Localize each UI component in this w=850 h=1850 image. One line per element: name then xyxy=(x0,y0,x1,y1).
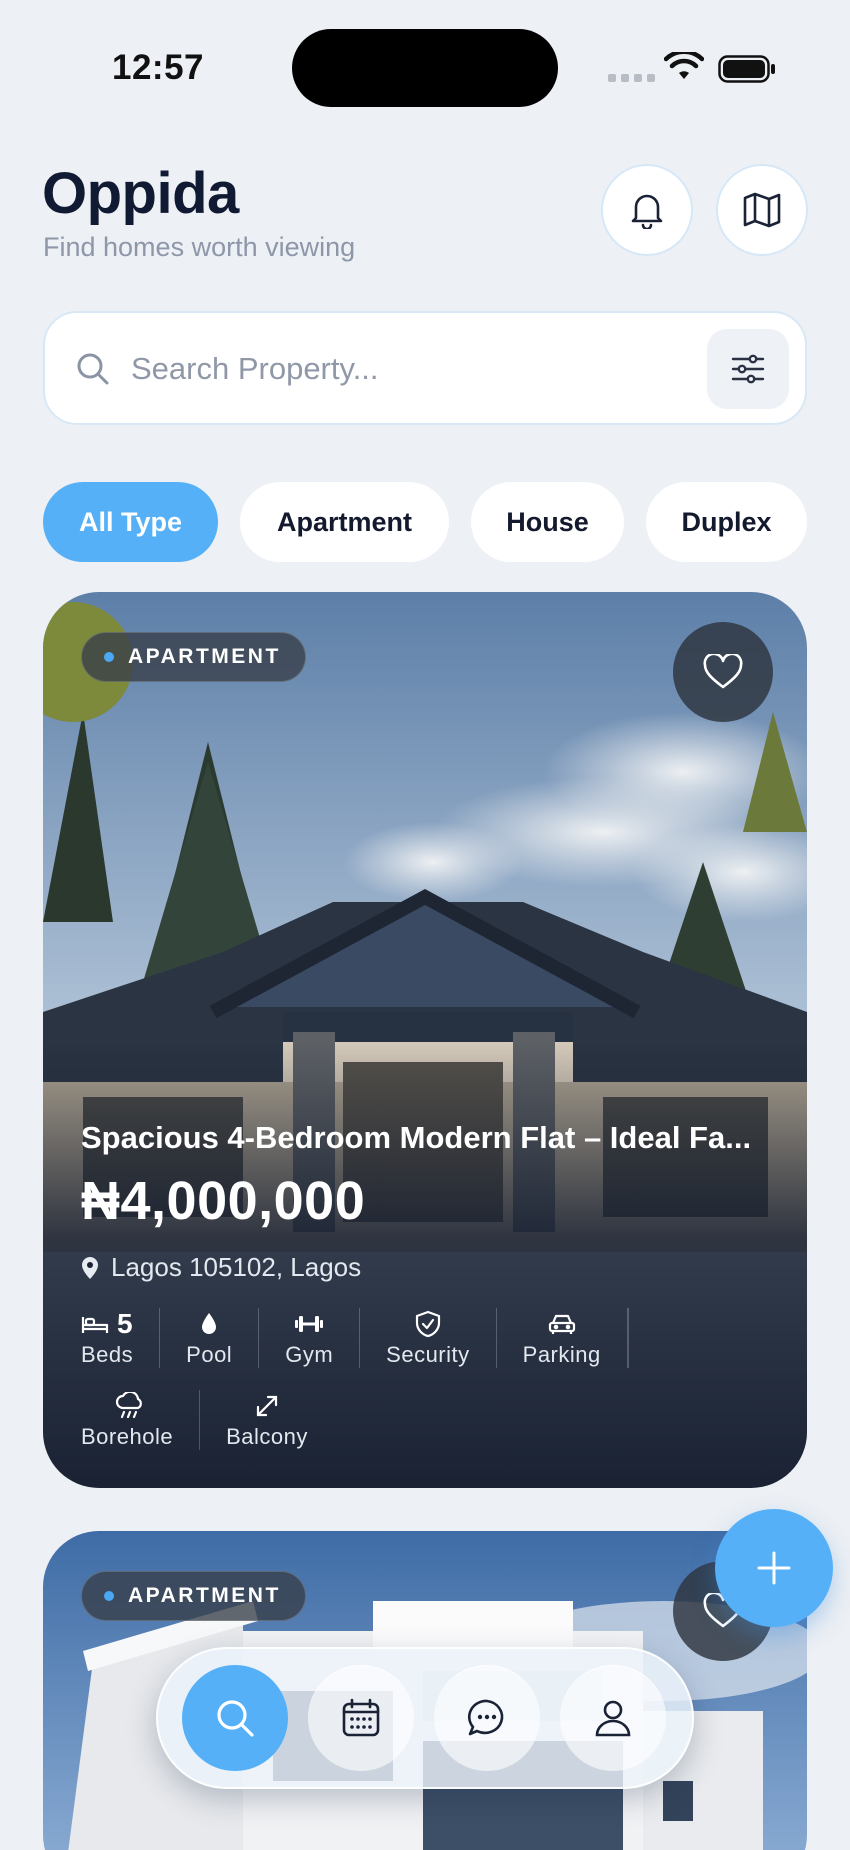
beds-count: 5 xyxy=(117,1308,133,1339)
amenity-beds: 5 Beds xyxy=(81,1308,161,1368)
bed-icon xyxy=(81,1317,109,1333)
signal-icon xyxy=(608,74,655,82)
amenity-divider xyxy=(627,1308,629,1368)
property-location: Lagos 105102, Lagos xyxy=(81,1252,361,1283)
add-listing-button[interactable] xyxy=(715,1509,833,1627)
amenity-label: Security xyxy=(386,1342,470,1367)
rain-cloud-icon xyxy=(115,1392,142,1419)
amenity-security: Security xyxy=(360,1308,497,1368)
amenity-label: Borehole xyxy=(81,1424,174,1449)
amenity-parking: Parking xyxy=(497,1308,628,1368)
profile-icon xyxy=(595,1700,631,1737)
property-type-badge: APARTMENT xyxy=(81,632,306,682)
badge-dot xyxy=(104,1591,114,1601)
property-price: ₦4,000,000 xyxy=(81,1171,366,1231)
amenity-label: Balcony xyxy=(226,1424,308,1449)
bell-icon xyxy=(631,194,663,229)
dynamic-island xyxy=(292,29,558,107)
amenity-gym: Gym xyxy=(259,1308,361,1368)
heart-icon xyxy=(703,654,743,689)
search-icon xyxy=(217,1700,254,1737)
amenities-row: Borehole Balcony xyxy=(81,1390,334,1450)
calendar-icon xyxy=(342,1698,380,1737)
map-icon xyxy=(743,192,781,228)
chip-all-type[interactable]: All Type xyxy=(43,482,218,562)
amenity-label: Parking xyxy=(522,1342,601,1367)
status-bar: 12:57 xyxy=(0,0,850,140)
location-text: Lagos 105102, Lagos xyxy=(111,1252,362,1282)
bottom-navigation xyxy=(156,1647,694,1789)
status-time: 12:57 xyxy=(112,48,205,87)
shield-icon xyxy=(415,1310,440,1338)
nav-profile[interactable] xyxy=(560,1665,666,1771)
property-card[interactable]: APARTMENT Spacious 4-Bedroom Modern Flat… xyxy=(43,592,807,1488)
amenities-row: 5 Beds Pool Gym Security Parking xyxy=(81,1308,629,1368)
nav-messages[interactable] xyxy=(434,1665,540,1771)
favorite-button[interactable] xyxy=(673,622,773,722)
map-button[interactable] xyxy=(716,164,808,256)
chat-icon xyxy=(468,1699,504,1736)
filter-button[interactable] xyxy=(707,329,789,409)
type-filter-chips: All Type Apartment House Duplex xyxy=(43,482,807,562)
plus-icon xyxy=(757,1551,791,1585)
app-tagline: Find homes worth viewing xyxy=(43,232,356,262)
nav-calendar[interactable] xyxy=(308,1665,414,1771)
car-icon xyxy=(548,1314,575,1334)
amenity-label: Beds xyxy=(81,1342,134,1367)
amenity-pool: Pool xyxy=(160,1308,260,1368)
location-pin-icon xyxy=(82,1256,98,1279)
badge-label: APARTMENT xyxy=(128,1584,281,1607)
nav-search[interactable] xyxy=(182,1665,288,1771)
amenity-label: Gym xyxy=(285,1342,334,1367)
app-title: Oppida xyxy=(42,161,239,226)
battery-icon xyxy=(718,55,775,83)
property-title: Spacious 4-Bedroom Modern Flat – Ideal F… xyxy=(81,1120,752,1155)
amenity-label: Pool xyxy=(186,1342,233,1367)
amenity-borehole: Borehole xyxy=(81,1390,201,1450)
badge-label: APARTMENT xyxy=(128,645,281,668)
chip-duplex[interactable]: Duplex xyxy=(646,482,807,562)
water-drop-icon xyxy=(202,1313,217,1334)
property-type-badge: APARTMENT xyxy=(81,1571,306,1621)
wifi-icon xyxy=(664,52,704,79)
search-bar xyxy=(43,311,807,425)
notifications-button[interactable] xyxy=(601,164,693,256)
badge-dot xyxy=(104,652,114,662)
search-icon xyxy=(77,353,109,385)
chip-house[interactable]: House xyxy=(471,482,624,562)
expand-icon xyxy=(256,1395,278,1417)
amenity-balcony: Balcony xyxy=(200,1390,334,1450)
chip-apartment[interactable]: Apartment xyxy=(240,482,449,562)
sliders-icon xyxy=(731,354,765,384)
dumbbell-icon xyxy=(295,1316,324,1332)
search-input[interactable] xyxy=(131,343,611,395)
